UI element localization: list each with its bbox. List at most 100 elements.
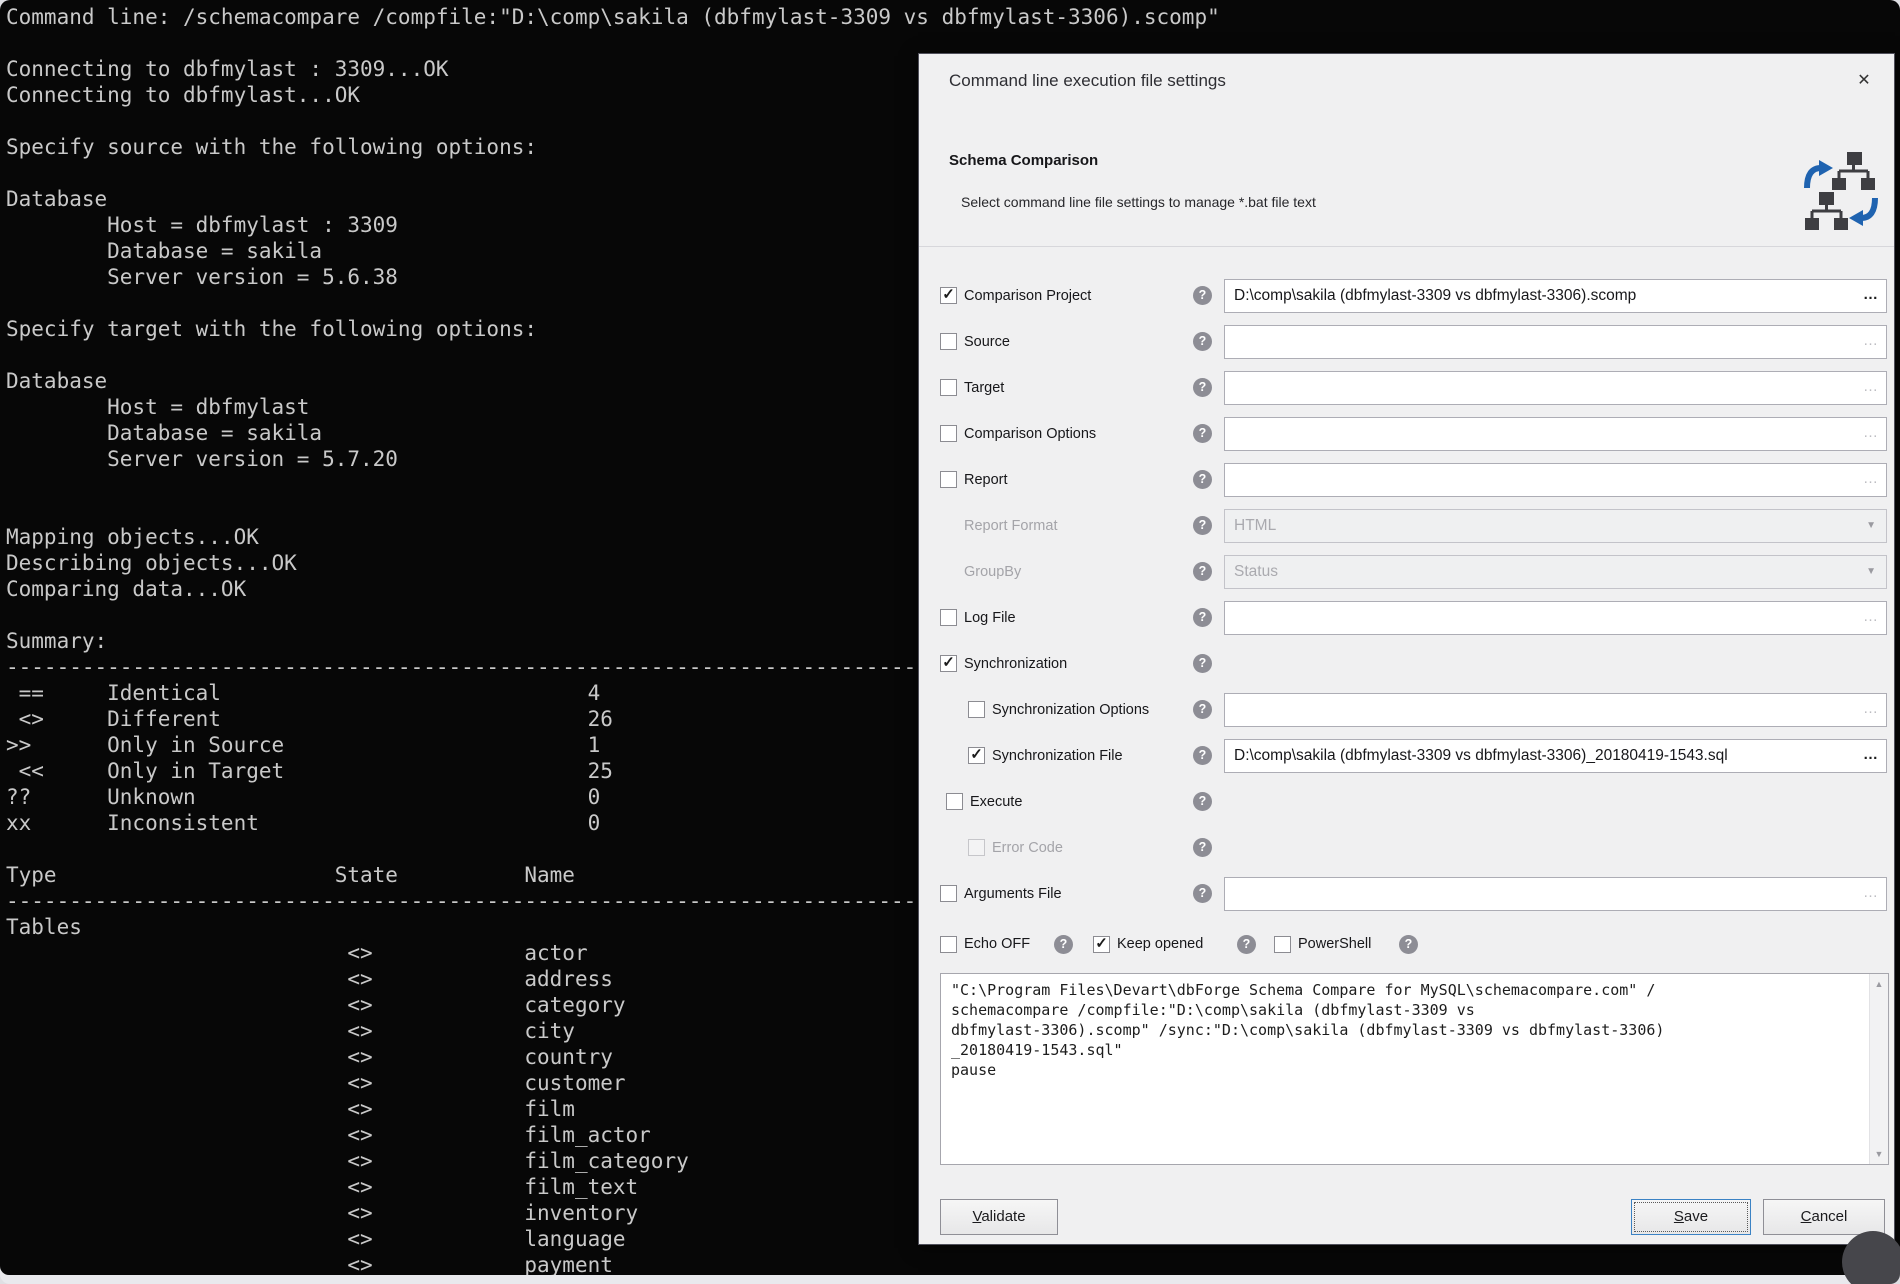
validate-rest: alidate	[981, 1208, 1025, 1225]
arguments-file-checkbox[interactable]	[940, 885, 957, 902]
comparison-options-checkbox[interactable]	[940, 425, 957, 442]
help-icon[interactable]: ?	[1193, 424, 1212, 443]
scroll-up-icon[interactable]: ▲	[1870, 976, 1888, 992]
help-icon[interactable]: ?	[1193, 286, 1212, 305]
execute-label: Execute	[970, 785, 1022, 819]
help-icon[interactable]: ?	[1193, 516, 1212, 535]
section-description: Select command line file settings to man…	[961, 194, 1316, 210]
source-checkbox[interactable]	[940, 333, 957, 350]
console-dashed-line	[925, 1253, 1885, 1258]
browse-button[interactable]: …	[1863, 694, 1879, 724]
row-execute: Execute ?	[919, 785, 1894, 819]
cancel-button[interactable]: Cancel	[1763, 1199, 1885, 1235]
row-synchronization-options: Synchronization Options ? …	[919, 693, 1894, 727]
comparison-project-value: D:\comp\sakila (dbfmylast-3309 vs dbfmyl…	[1234, 280, 1856, 312]
echo-off-label: Echo OFF	[964, 929, 1030, 959]
keep-opened-label: Keep opened	[1117, 929, 1203, 959]
row-bat-options: Echo OFF ? ✓ Keep opened ? PowerShell ?	[919, 936, 1894, 958]
log-file-checkbox[interactable]	[940, 609, 957, 626]
synchronization-file-input[interactable]: D:\comp\sakila (dbfmylast-3309 vs dbfmyl…	[1224, 739, 1887, 773]
comparison-options-input[interactable]: …	[1224, 417, 1887, 451]
synchronization-file-checkbox[interactable]: ✓	[968, 747, 985, 764]
row-synchronization-file: ✓ Synchronization File ? D:\comp\sakila …	[919, 739, 1894, 773]
help-icon[interactable]: ?	[1193, 746, 1212, 765]
help-icon[interactable]: ?	[1193, 792, 1212, 811]
echo-off-checkbox[interactable]	[940, 936, 957, 953]
help-icon[interactable]: ?	[1193, 838, 1212, 857]
help-icon[interactable]: ?	[1193, 378, 1212, 397]
cancel-rest: ancel	[1811, 1208, 1847, 1225]
browse-button[interactable]: …	[1863, 372, 1879, 402]
comparison-project-input[interactable]: D:\comp\sakila (dbfmylast-3309 vs dbfmyl…	[1224, 279, 1887, 313]
help-icon[interactable]: ?	[1054, 935, 1073, 954]
browse-button[interactable]: …	[1863, 280, 1879, 310]
error-code-checkbox	[968, 839, 985, 856]
row-report: Report ? …	[919, 463, 1894, 497]
row-comparison-project: ✓ Comparison Project ? D:\comp\sakila (d…	[919, 279, 1894, 313]
check-icon: ✓	[969, 745, 984, 765]
browse-button[interactable]: …	[1863, 464, 1879, 494]
browse-button[interactable]: …	[1863, 602, 1879, 632]
comparison-project-label: Comparison Project	[964, 279, 1091, 313]
arguments-file-input[interactable]: …	[1224, 877, 1887, 911]
synchronization-options-checkbox[interactable]	[968, 701, 985, 718]
browse-button[interactable]: …	[1863, 740, 1879, 770]
powershell-checkbox[interactable]	[1274, 936, 1291, 953]
help-icon[interactable]: ?	[1193, 608, 1212, 627]
command-line-settings-dialog: Command line execution file settings ✕ S…	[918, 53, 1895, 1245]
save-key: S	[1674, 1208, 1684, 1225]
keep-opened-checkbox[interactable]: ✓	[1093, 936, 1110, 953]
synchronization-checkbox[interactable]: ✓	[940, 655, 957, 672]
synchronization-file-label: Synchronization File	[992, 739, 1123, 773]
browse-button[interactable]: …	[1863, 418, 1879, 448]
synchronization-file-value: D:\comp\sakila (dbfmylast-3309 vs dbfmyl…	[1234, 740, 1856, 772]
row-arguments-file: Arguments File ? …	[919, 877, 1894, 911]
comparison-project-checkbox[interactable]: ✓	[940, 287, 957, 304]
synchronization-options-label: Synchronization Options	[992, 693, 1149, 727]
browse-button[interactable]: …	[1863, 326, 1879, 356]
check-icon: ✓	[941, 653, 956, 673]
help-icon[interactable]: ?	[1193, 884, 1212, 903]
screen-frame: Command line: /schemacompare /compfile:"…	[0, 0, 1900, 1284]
execute-checkbox[interactable]	[946, 793, 963, 810]
help-icon[interactable]: ?	[1399, 935, 1418, 954]
target-input[interactable]: …	[1224, 371, 1887, 405]
check-icon: ✓	[941, 285, 956, 305]
row-log-file: Log File ? …	[919, 601, 1894, 635]
chevron-down-icon: ▼	[1866, 556, 1876, 588]
help-icon[interactable]: ?	[1193, 700, 1212, 719]
scroll-down-icon[interactable]: ▼	[1870, 1146, 1888, 1162]
target-checkbox[interactable]	[940, 379, 957, 396]
error-code-label: Error Code	[992, 831, 1063, 865]
help-icon[interactable]: ?	[1193, 562, 1212, 581]
dialog-title: Command line execution file settings	[949, 71, 1226, 91]
log-file-label: Log File	[964, 601, 1016, 635]
scrollbar[interactable]: ▲ ▼	[1869, 974, 1888, 1164]
report-format-dropdown: HTML ▼	[1224, 509, 1887, 543]
save-button[interactable]: Save	[1631, 1199, 1751, 1235]
report-format-value: HTML	[1234, 510, 1276, 542]
row-synchronization: ✓ Synchronization ?	[919, 647, 1894, 681]
bat-file-text: "C:\Program Files\Devart\dbForge Schema …	[951, 980, 1860, 1160]
row-report-format: Report Format ? HTML ▼	[919, 509, 1894, 543]
help-icon[interactable]: ?	[1193, 332, 1212, 351]
validate-button[interactable]: Validate	[940, 1199, 1058, 1235]
target-label: Target	[964, 371, 1004, 405]
report-input[interactable]: …	[1224, 463, 1887, 497]
close-icon[interactable]: ✕	[1849, 66, 1879, 96]
arguments-file-label: Arguments File	[964, 877, 1062, 911]
source-input[interactable]: …	[1224, 325, 1887, 359]
help-icon[interactable]: ?	[1193, 470, 1212, 489]
bat-file-text-area[interactable]: "C:\Program Files\Devart\dbForge Schema …	[940, 973, 1889, 1165]
comparison-options-label: Comparison Options	[964, 417, 1096, 451]
report-checkbox[interactable]	[940, 471, 957, 488]
help-icon[interactable]: ?	[1237, 935, 1256, 954]
help-icon[interactable]: ?	[1193, 654, 1212, 673]
validate-key: V	[972, 1208, 981, 1225]
synchronization-options-input[interactable]: …	[1224, 693, 1887, 727]
schema-comparison-icon	[1803, 152, 1879, 239]
row-source: Source ? …	[919, 325, 1894, 359]
log-file-input[interactable]: …	[1224, 601, 1887, 635]
check-icon: ✓	[1094, 934, 1109, 954]
browse-button[interactable]: …	[1863, 878, 1879, 908]
